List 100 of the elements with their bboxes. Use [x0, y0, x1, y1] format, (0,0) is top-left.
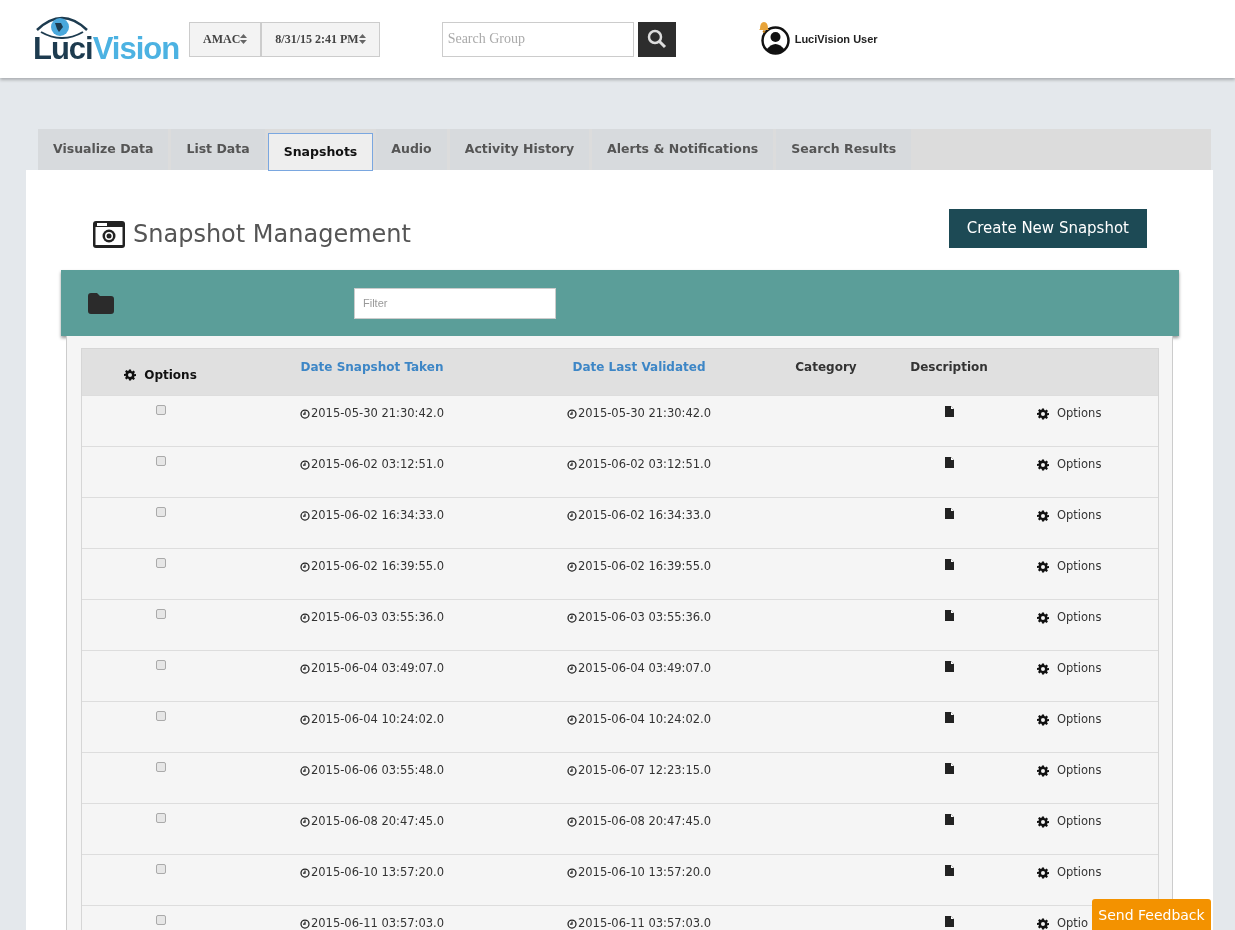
options-link[interactable]: Options [1057, 762, 1102, 780]
clock-icon [566, 663, 577, 674]
clock-icon [566, 459, 577, 470]
bell-icon[interactable] [757, 20, 770, 33]
gear-icon [1037, 866, 1049, 879]
clock-icon [299, 918, 310, 929]
avatar-icon[interactable] [760, 26, 790, 55]
date-validated: 2015-06-07 12:23:15.0 [577, 762, 712, 779]
tab[interactable]: Search Results [776, 129, 912, 170]
column-header: Description [910, 359, 988, 376]
gear-icon [1037, 560, 1049, 573]
row-checkbox[interactable] [155, 660, 166, 670]
date-taken: 2015-06-10 13:57:20.0 [310, 864, 445, 881]
clock-icon [566, 765, 577, 776]
options-link[interactable]: Options [1057, 405, 1102, 423]
date-taken: 2015-06-08 20:47:45.0 [310, 813, 445, 830]
dropdown[interactable]: AMAC [189, 21, 262, 57]
options-link[interactable]: Options [1057, 456, 1102, 474]
clock-icon [299, 765, 310, 776]
date-validated: 2015-06-04 10:24:02.0 [577, 711, 712, 728]
clock-icon [299, 612, 310, 623]
date-validated: 2015-06-11 03:57:03.0 [577, 915, 712, 930]
row-checkbox[interactable] [155, 456, 166, 466]
filter-field[interactable]: Filter [354, 287, 556, 319]
search-field[interactable]: Search Group [441, 21, 634, 57]
document-icon[interactable] [944, 406, 954, 417]
date-taken: 2015-06-06 03:55:48.0 [310, 762, 445, 779]
create-snapshot-button[interactable]: Create New Snapshot [948, 208, 1147, 248]
date-taken: 2015-06-02 16:39:55.0 [310, 558, 445, 575]
dropdown[interactable]: 8/31/15 2:41 PM [261, 21, 380, 57]
tab[interactable]: List Data [171, 129, 265, 170]
row-checkbox[interactable] [155, 864, 166, 874]
options-link[interactable]: Options [1057, 660, 1102, 678]
gear-icon [1037, 458, 1049, 471]
document-icon[interactable] [944, 508, 954, 519]
clock-icon [299, 459, 310, 470]
document-icon[interactable] [944, 865, 954, 876]
date-validated: 2015-06-10 13:57:20.0 [577, 864, 712, 881]
options-link[interactable]: Options [1057, 711, 1102, 729]
gear-icon [1037, 509, 1049, 522]
options-link[interactable]: Optio [1057, 915, 1089, 930]
tab[interactable]: Snapshots [267, 133, 374, 171]
user-name[interactable]: LuciVision User [794, 30, 878, 48]
gear-icon [124, 368, 137, 381]
tab[interactable]: Alerts & Notifications [592, 129, 774, 170]
document-icon[interactable] [944, 916, 954, 927]
document-icon[interactable] [944, 661, 954, 672]
date-taken: 2015-05-30 21:30:42.0 [310, 405, 445, 422]
options-link[interactable]: Options [1057, 864, 1102, 882]
tab[interactable]: Activity History [449, 129, 590, 170]
options-link[interactable]: Options [1057, 558, 1102, 576]
document-icon[interactable] [944, 712, 954, 723]
row-checkbox[interactable] [155, 762, 166, 772]
clock-icon [299, 561, 310, 572]
search-icon [646, 29, 667, 49]
date-taken: 2015-06-04 10:24:02.0 [310, 711, 445, 728]
gear-icon [1037, 764, 1049, 777]
row-checkbox[interactable] [155, 609, 166, 619]
date-validated: 2015-06-03 03:55:36.0 [577, 609, 712, 626]
clock-icon [299, 408, 310, 419]
row-checkbox[interactable] [155, 405, 166, 415]
gear-icon [1037, 611, 1049, 624]
clock-icon [566, 714, 577, 725]
search-button[interactable] [637, 21, 676, 57]
gear-icon [1037, 713, 1049, 726]
clock-icon [566, 510, 577, 521]
date-validated: 2015-06-02 03:12:51.0 [577, 456, 712, 473]
clock-icon [566, 867, 577, 878]
date-validated: 2015-06-04 03:49:07.0 [577, 660, 712, 677]
column-header: Category [795, 359, 857, 376]
date-validated: 2015-05-30 21:30:42.0 [577, 405, 712, 422]
document-icon[interactable] [944, 457, 954, 468]
clock-icon [566, 561, 577, 572]
clock-icon [299, 867, 310, 878]
document-icon[interactable] [944, 814, 954, 825]
clock-icon [566, 918, 577, 929]
logo-text: Vision [92, 31, 180, 66]
options-link[interactable]: Options [1057, 813, 1102, 831]
options-link[interactable]: Options [1057, 507, 1102, 525]
row-checkbox[interactable] [155, 915, 166, 925]
clock-icon [566, 816, 577, 827]
document-icon[interactable] [944, 610, 954, 621]
tab[interactable]: Audio [376, 129, 447, 170]
row-checkbox[interactable] [155, 813, 166, 823]
date-validated: 2015-06-02 16:34:33.0 [577, 507, 712, 524]
row-checkbox[interactable] [155, 711, 166, 721]
document-icon[interactable] [944, 559, 954, 570]
column-header: Options [144, 366, 197, 384]
row-checkbox[interactable] [155, 558, 166, 568]
date-taken: 2015-06-02 16:34:33.0 [310, 507, 445, 524]
gear-icon [1037, 407, 1049, 420]
date-taken: 2015-06-11 03:57:03.0 [310, 915, 445, 930]
camera-icon [93, 220, 125, 248]
document-icon[interactable] [944, 763, 954, 774]
updown-arrows-icon [358, 34, 366, 44]
row-checkbox[interactable] [155, 507, 166, 517]
tab[interactable]: Visualize Data [38, 129, 169, 170]
logo[interactable]: LuciVision [33, 13, 189, 65]
options-link[interactable]: Options [1057, 609, 1102, 627]
folder-icon[interactable] [88, 292, 114, 314]
